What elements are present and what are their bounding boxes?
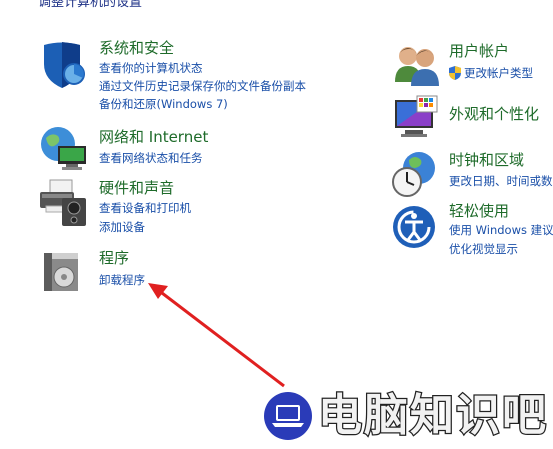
watermark-text: 电脑知识吧 bbox=[317, 389, 548, 442]
watermark-laptop-logo bbox=[263, 391, 313, 441]
annotation-arrow bbox=[148, 283, 285, 388]
